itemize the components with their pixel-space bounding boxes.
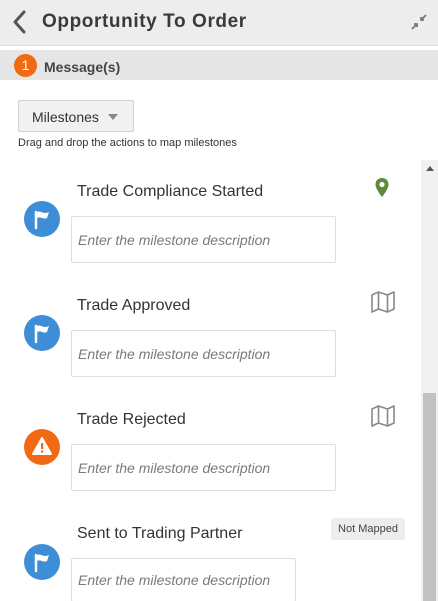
not-mapped-badge: Not Mapped: [331, 518, 405, 540]
milestone-title: Trade Rejected: [77, 411, 186, 428]
caret-down-icon: [108, 114, 118, 120]
milestone-title: Trade Approved: [77, 297, 191, 314]
map-pin-icon[interactable]: [374, 177, 390, 199]
panel-header: Opportunity To Order: [0, 0, 438, 46]
map-icon[interactable]: [370, 290, 396, 314]
drag-drop-hint: Drag and drop the actions to map milesto…: [18, 137, 237, 149]
milestone-status: [24, 429, 60, 465]
collapse-button[interactable]: [410, 13, 428, 31]
milestone-description-input[interactable]: [71, 330, 336, 377]
scrollbar-thumb[interactable]: [423, 393, 436, 601]
milestone-status: [24, 201, 60, 237]
milestone-status: [24, 544, 60, 580]
milestone-description-input[interactable]: [71, 444, 336, 491]
milestone-description-input[interactable]: [71, 216, 336, 263]
message-count-badge: 1: [14, 54, 37, 77]
milestone-title: Trade Compliance Started: [77, 183, 264, 200]
flag-icon: [34, 210, 49, 230]
page-title: Opportunity To Order: [42, 11, 247, 32]
warning-icon: [32, 437, 52, 455]
back-button[interactable]: [10, 10, 30, 34]
milestone-description-input[interactable]: [71, 558, 296, 601]
message-bar[interactable]: 1 Message(s): [0, 50, 438, 80]
milestones-dropdown[interactable]: Milestones: [18, 100, 134, 132]
milestone-title: Sent to Trading Partner: [77, 525, 243, 542]
flag-icon: [34, 553, 49, 573]
map-icon[interactable]: [370, 404, 396, 428]
message-label[interactable]: Message(s): [44, 59, 120, 75]
chevron-left-icon[interactable]: [10, 10, 30, 34]
flag-icon: [34, 324, 49, 344]
scroll-up-icon[interactable]: [426, 166, 434, 171]
collapse-arrows-icon[interactable]: [410, 13, 428, 31]
milestone-status: [24, 315, 60, 351]
dropdown-value: Milestones: [32, 109, 99, 125]
